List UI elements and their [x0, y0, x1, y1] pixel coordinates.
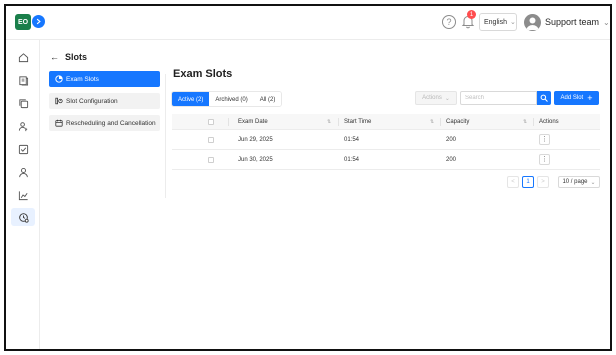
- search-icon: [540, 94, 548, 102]
- language-label: English: [484, 18, 507, 26]
- add-slot-label: Add Slot: [560, 95, 584, 101]
- row-checkbox[interactable]: [208, 130, 214, 149]
- chevron-down-icon: ⌄: [509, 19, 516, 26]
- cell-actions: ⋮: [539, 130, 550, 149]
- rail-item-checkbox[interactable]: [16, 142, 30, 156]
- column-header-actions: Actions: [539, 118, 559, 125]
- calendar-icon: [55, 119, 63, 127]
- tab-archived[interactable]: Archived (0): [209, 92, 254, 106]
- column-header-start-time[interactable]: Start Time: [344, 114, 371, 129]
- rail-item-copy[interactable]: [16, 96, 30, 110]
- pagination-next-button[interactable]: >: [537, 176, 549, 188]
- chevron-down-icon: ⌄: [444, 95, 450, 102]
- actions-dropdown[interactable]: Actions ⌄: [415, 91, 457, 105]
- sort-icon[interactable]: ⇅: [523, 114, 527, 129]
- select-all-checkbox[interactable]: [208, 114, 214, 129]
- clock-icon: [55, 75, 63, 83]
- subnav-divider: [165, 74, 166, 198]
- sort-icon[interactable]: ⇅: [430, 114, 434, 129]
- rail-item-library[interactable]: [16, 73, 30, 87]
- column-divider: [338, 118, 339, 126]
- column-header-capacity[interactable]: Capacity: [446, 114, 469, 129]
- tab-all[interactable]: All (2): [253, 92, 282, 106]
- app-window: EO ? 1 English ⌄ Support team ⌄ ← Slots …: [4, 4, 612, 351]
- column-divider: [228, 118, 229, 126]
- cell-start-time: 01:54: [344, 156, 360, 163]
- chevron-right-icon: [36, 18, 41, 25]
- subnav-item-label: Exam Slots: [66, 75, 99, 83]
- app-logo: EO: [15, 14, 31, 30]
- pagination-page-1[interactable]: 1: [522, 176, 534, 188]
- rail-item-slots[interactable]: [11, 208, 35, 226]
- sort-icon[interactable]: ⇅: [327, 114, 331, 129]
- column-header-exam-date[interactable]: Exam Date: [238, 114, 268, 129]
- icon-rail: [6, 40, 40, 349]
- table-row: Jun 30, 2025 01:54 200 ⋮: [172, 150, 600, 170]
- status-tabs: Active (2) Archived (0) All (2): [171, 91, 283, 107]
- search-button[interactable]: [537, 91, 551, 105]
- copy-icon: [18, 98, 28, 108]
- slots-table: Exam Date ⇅ Start Time ⇅ Capacity ⇅ Acti…: [172, 114, 600, 170]
- checkbox-icon: [18, 144, 28, 154]
- rail-item-user-key[interactable]: [16, 119, 30, 133]
- user-key-icon: [18, 121, 27, 131]
- column-divider: [533, 118, 534, 126]
- help-icon[interactable]: ?: [442, 15, 456, 29]
- subnav-item-rescheduling[interactable]: Rescheduling and Cancellation: [49, 115, 160, 131]
- subnav-header: ← Slots: [50, 52, 87, 62]
- cell-start-time: 01:54: [344, 136, 360, 143]
- language-select[interactable]: English ⌄: [479, 13, 517, 31]
- cell-capacity: 200: [446, 136, 457, 143]
- subnav-item-exam-slots[interactable]: Exam Slots: [49, 71, 160, 87]
- chart-icon: [18, 190, 28, 200]
- row-checkbox[interactable]: [208, 150, 214, 169]
- pagination-prev-button[interactable]: <: [507, 176, 519, 188]
- user-name: Support team: [545, 17, 600, 27]
- cell-capacity: 200: [446, 156, 457, 163]
- top-bar: EO ? 1 English ⌄ Support team ⌄: [6, 6, 610, 40]
- actions-label: Actions: [422, 95, 442, 101]
- table-header: Exam Date ⇅ Start Time ⇅ Capacity ⇅ Acti…: [172, 114, 600, 130]
- user-avatar-icon: [526, 17, 539, 30]
- home-icon: [18, 52, 28, 62]
- settings-clock-icon: [18, 212, 29, 223]
- table-row: Jun 29, 2025 01:54 200 ⋮: [172, 130, 600, 150]
- tab-active[interactable]: Active (2): [172, 92, 210, 106]
- notification-badge: 1: [467, 10, 476, 19]
- plus-icon: +: [587, 92, 593, 103]
- more-icon[interactable]: ⋮: [539, 154, 550, 165]
- column-divider: [440, 118, 441, 126]
- page-size-label: 10 / page: [562, 179, 588, 185]
- chevron-down-icon: ⌄: [603, 17, 610, 27]
- page-title: Exam Slots: [173, 68, 233, 80]
- subnav-item-label: Rescheduling and Cancellation: [66, 119, 156, 127]
- person-icon: [18, 167, 28, 177]
- subnav-title: Slots: [65, 52, 88, 62]
- search-input[interactable]: [460, 91, 537, 105]
- cell-exam-date: Jun 30, 2025: [238, 156, 273, 163]
- avatar: [524, 13, 541, 31]
- cell-actions: ⋮: [539, 150, 550, 169]
- page-size-select[interactable]: 10 / page ⌄: [558, 176, 600, 188]
- subnav-item-slot-configuration[interactable]: Slot Configuration: [49, 93, 160, 109]
- add-slot-button[interactable]: Add Slot +: [554, 91, 599, 105]
- cell-exam-date: Jun 29, 2025: [238, 136, 273, 143]
- back-arrow-icon[interactable]: ←: [50, 52, 59, 62]
- config-icon: [55, 97, 63, 105]
- more-icon[interactable]: ⋮: [539, 134, 550, 145]
- sidebar-toggle-button[interactable]: [32, 15, 45, 28]
- user-menu[interactable]: Support team ⌄: [524, 12, 610, 32]
- rail-item-home[interactable]: [16, 50, 30, 64]
- rail-item-chart[interactable]: [16, 188, 30, 202]
- chevron-down-icon: ⌄: [590, 179, 596, 186]
- notifications-button[interactable]: 1: [461, 10, 476, 30]
- library-icon: [18, 75, 28, 85]
- subnav-item-label: Slot Configuration: [66, 97, 118, 105]
- rail-item-person[interactable]: [16, 165, 30, 179]
- slots-subnav: ← Slots Exam Slots Slot Configuration Re…: [46, 46, 166, 196]
